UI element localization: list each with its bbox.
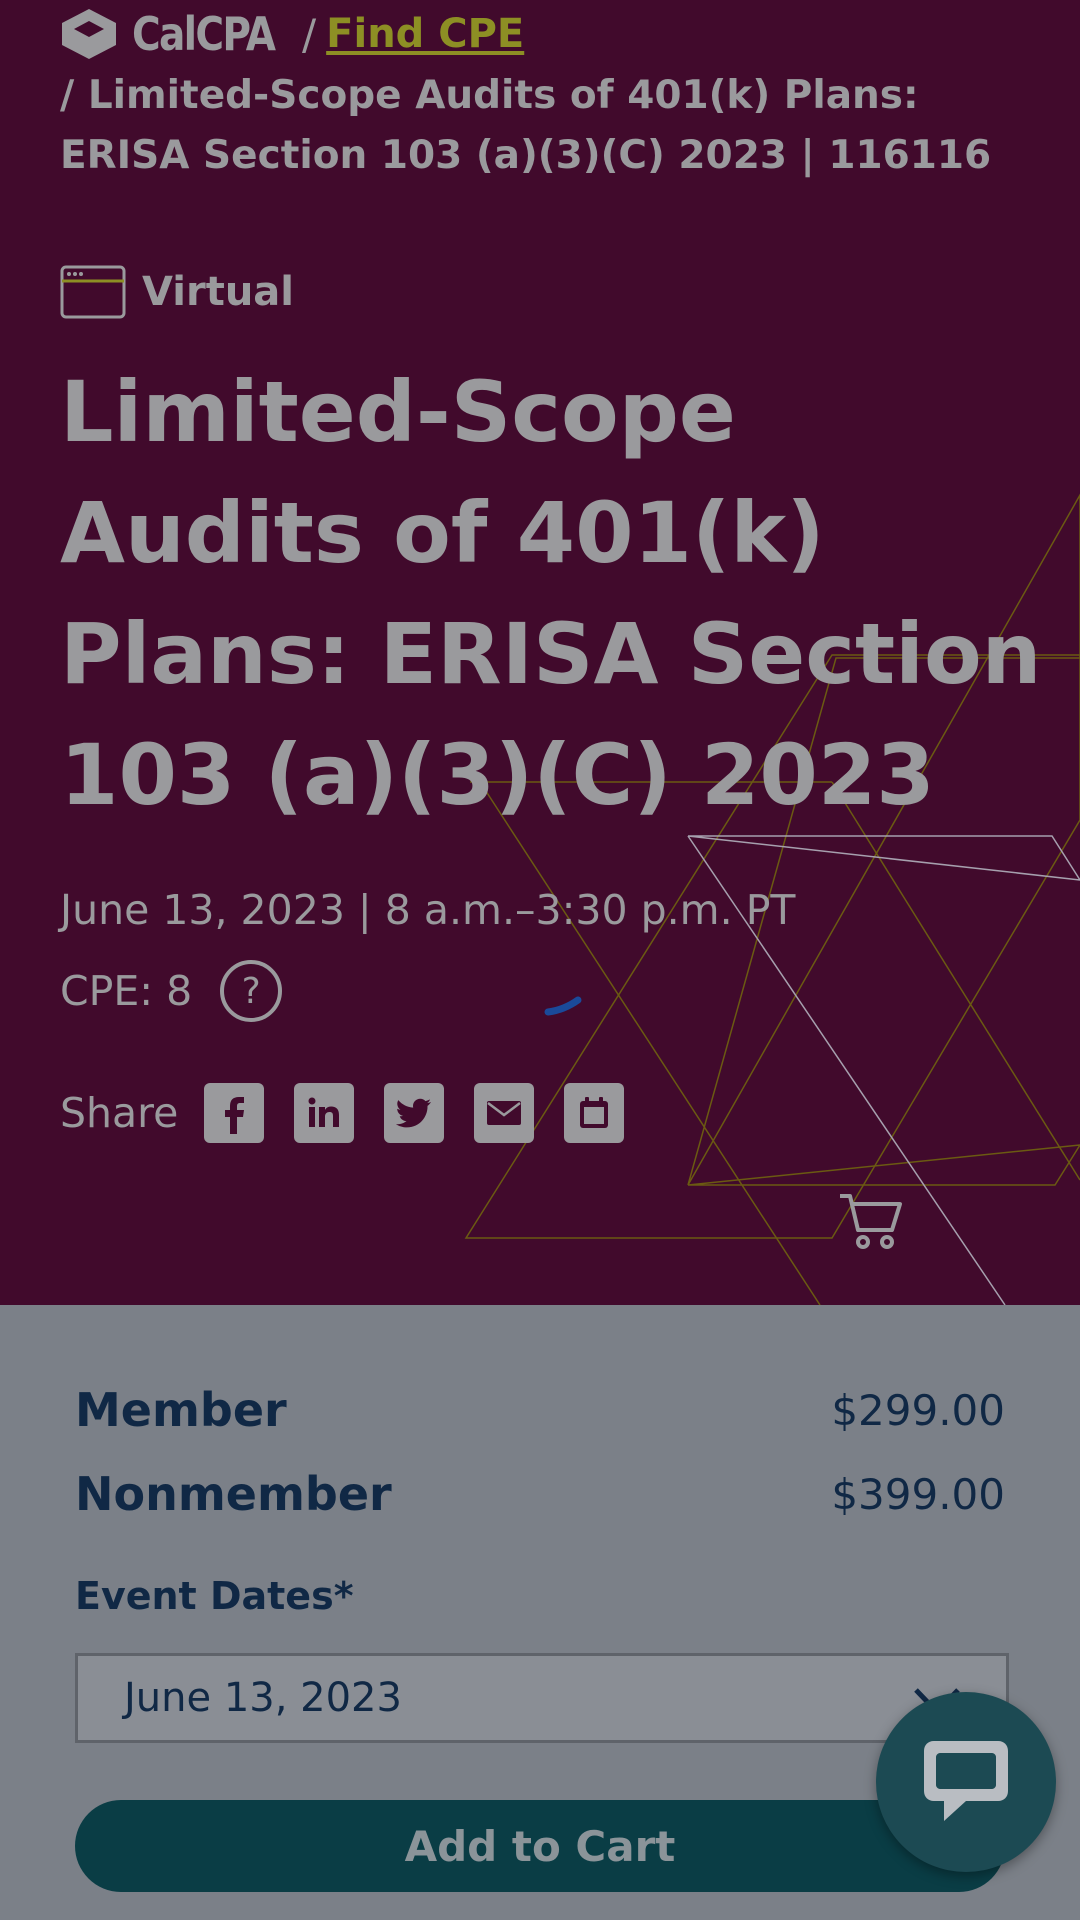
add-to-calendar-button[interactable] [564, 1083, 625, 1143]
event-format: Virtual [60, 264, 294, 320]
help-question-icon[interactable]: ? [220, 960, 283, 1022]
cpe-row: CPE: 8 ? [60, 960, 283, 1022]
event-datetime: June 13, 2023 | 8 a.m.–3:30 p.m. PT [60, 886, 796, 934]
chat-bubble-icon [924, 1741, 1008, 1821]
linkedin-icon [308, 1097, 340, 1127]
facebook-icon [225, 1097, 245, 1134]
twitter-share-button[interactable] [384, 1083, 445, 1143]
calcpa-logo-icon[interactable] [60, 7, 118, 61]
twitter-icon [396, 1098, 432, 1128]
calcpa-logo-text[interactable]: CalCPA [132, 7, 277, 61]
loading-spinner-icon [544, 996, 582, 1016]
format-label: Virtual [142, 269, 294, 315]
live-chat-button[interactable] [876, 1692, 1056, 1872]
email-icon [487, 1101, 522, 1125]
event-title: Limited-Scope Audits of 401(k) Plans: ER… [60, 363, 1042, 824]
breadcrumb: CalCPA / Find CPE [60, 4, 524, 64]
browser-window-icon [60, 265, 126, 319]
breadcrumb-separator: / [302, 9, 317, 59]
add-to-cart-button[interactable]: Add to Cart [75, 1800, 1005, 1892]
nonmember-price: $399.00 [831, 1469, 1005, 1519]
event-dates-label: Event Dates* [75, 1574, 354, 1618]
selected-date: June 13, 2023 [124, 1675, 402, 1721]
email-share-button[interactable] [474, 1083, 535, 1143]
event-date-select[interactable]: June 13, 2023 [75, 1653, 1009, 1743]
nonmember-label: Nonmember [75, 1467, 392, 1521]
share-row: Share [60, 1082, 654, 1144]
facebook-share-button[interactable] [204, 1083, 265, 1143]
cpe-credits: CPE: 8 [60, 967, 193, 1015]
nonmember-price-row: Nonmember $399.00 [75, 1464, 1005, 1524]
event-hero: CalCPA / Find CPE / Limited-Scope Audits… [0, 0, 1080, 1305]
calendar-icon [580, 1097, 609, 1128]
breadcrumb-link-find-cpe[interactable]: Find CPE [326, 11, 524, 57]
breadcrumb-current-page: / Limited-Scope Audits of 401(k) Plans: … [60, 73, 992, 178]
share-label: Share [60, 1089, 179, 1137]
member-label: Member [75, 1383, 287, 1437]
cart-icon[interactable] [838, 1190, 904, 1250]
member-price-row: Member $299.00 [75, 1380, 1005, 1440]
member-price: $299.00 [831, 1385, 1005, 1435]
linkedin-share-button[interactable] [294, 1083, 355, 1143]
